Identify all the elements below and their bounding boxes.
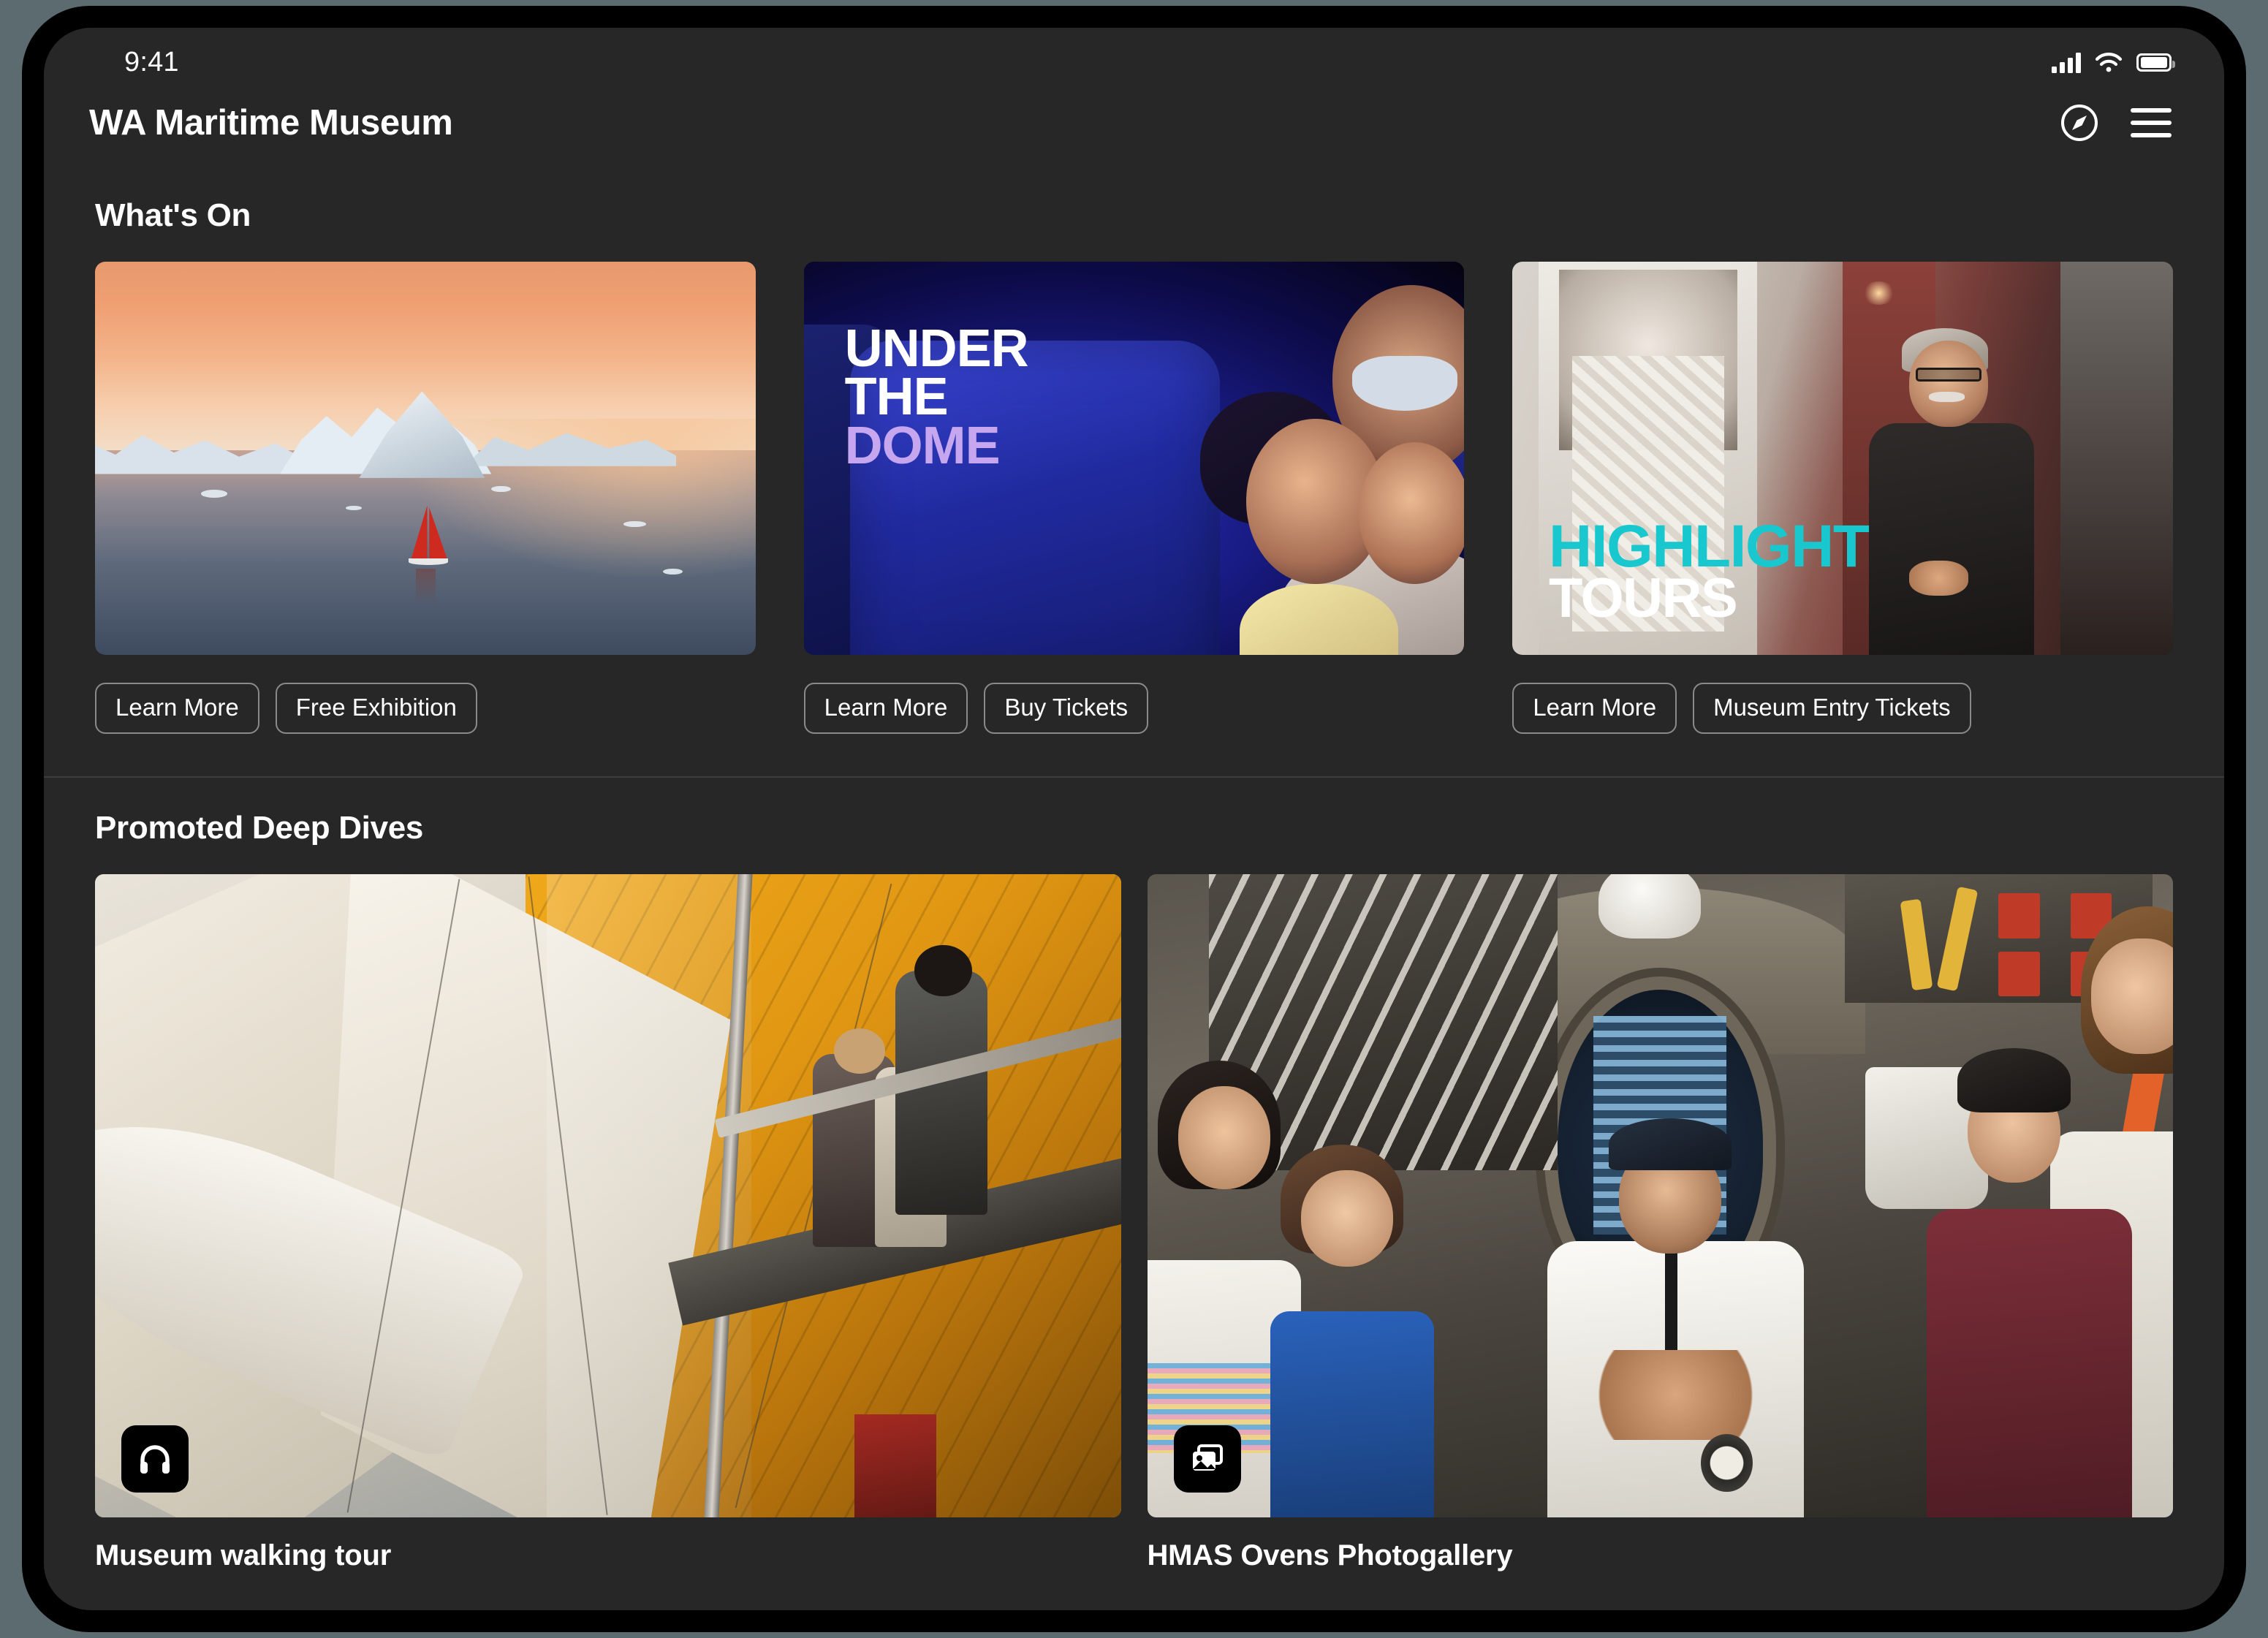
buy-tickets-button[interactable]: Buy Tickets (984, 683, 1149, 734)
tablet-device-frame: 9:41 WA Maritime Museum What's On Learn … (22, 6, 2246, 1632)
under-the-dome-artwork: UNDER THE DOME (803, 262, 1465, 655)
card-image-tours[interactable]: HIGHLIGHT TOURS (1512, 262, 2173, 655)
section-title-deep-dives: Promoted Deep Dives (95, 810, 424, 846)
status-bar: 9:41 (44, 28, 2224, 80)
tours-text-line2: TOURS (1549, 566, 1738, 629)
photo-gallery-icon[interactable] (1173, 1425, 1241, 1493)
dome-artwork-text: UNDER THE DOME (844, 319, 1029, 475)
status-time: 9:41 (124, 46, 179, 77)
section-title-whats-on: What's On (95, 197, 251, 233)
page-title: WA Maritime Museum (89, 103, 453, 143)
card-actions-polar: Learn More Free Exhibition (95, 683, 756, 734)
tours-text-line1: HIGHLIGHT (1549, 512, 1870, 580)
hamburger-menu-icon[interactable] (2131, 108, 2172, 137)
dome-text-line3: DOME (844, 416, 1001, 475)
wifi-icon (2095, 53, 2123, 72)
whats-on-card-polar[interactable]: Learn More Free Exhibition (95, 262, 756, 734)
learn-more-button-dome[interactable]: Learn More (803, 683, 968, 734)
tours-artwork-text: HIGHLIGHT TOURS (1549, 512, 1870, 629)
app-bar-actions (2059, 102, 2172, 143)
card-caption-walking-tour: Museum walking tour (95, 1539, 392, 1571)
card-caption-hmas-ovens: HMAS Ovens Photogallery (1147, 1539, 1513, 1571)
learn-more-button-polar[interactable]: Learn More (95, 683, 259, 734)
highlight-tours-artwork: HIGHLIGHT TOURS (1512, 262, 2173, 655)
card-image-dome[interactable]: UNDER THE DOME (803, 262, 1465, 655)
hmas-ovens-artwork (1147, 874, 2173, 1517)
free-exhibition-button[interactable]: Free Exhibition (275, 683, 477, 734)
headphones-icon[interactable] (121, 1425, 189, 1493)
cellular-signal-icon (2052, 51, 2081, 73)
dome-text-line2: THE (844, 368, 949, 427)
card-actions-tours: Learn More Museum Entry Tickets (1512, 683, 2173, 734)
whats-on-card-dome[interactable]: UNDER THE DOME Learn More Buy Tickets (803, 262, 1465, 734)
card-image-walking-tour[interactable] (95, 874, 1121, 1517)
iceberg-artwork (95, 262, 756, 655)
section-promoted-deep-dives: Promoted Deep Dives Museum walking tour … (44, 810, 2224, 1572)
card-actions-dome: Learn More Buy Tickets (803, 683, 1465, 734)
whats-on-card-tours[interactable]: HIGHLIGHT TOURS Learn More Museum Entry … (1512, 262, 2173, 734)
status-indicators (2052, 51, 2175, 73)
dome-text-line1: UNDER (844, 319, 1029, 379)
tablet-screen: 9:41 WA Maritime Museum What's On Learn … (44, 28, 2224, 1610)
battery-icon (2136, 53, 2175, 72)
walking-tour-artwork (95, 874, 1121, 1517)
card-image-hmas-ovens[interactable] (1147, 874, 2173, 1517)
app-bar: WA Maritime Museum (44, 80, 2224, 165)
whats-on-grid: Learn More Free Exhibition UNDER THE DOM… (89, 262, 2179, 734)
deep-dive-card-walking-tour[interactable]: Museum walking tour (95, 874, 1121, 1572)
compass-icon[interactable] (2059, 102, 2100, 143)
section-whats-on: What's On Learn More Free Exhibition UND… (44, 197, 2224, 776)
card-image-polar[interactable] (95, 262, 756, 655)
deep-dives-grid: Museum walking tour HMAS Ovens Photogall… (89, 874, 2179, 1572)
museum-entry-tickets-button[interactable]: Museum Entry Tickets (1693, 683, 1971, 734)
section-divider (44, 776, 2224, 778)
learn-more-button-tours[interactable]: Learn More (1512, 683, 1677, 734)
deep-dive-card-hmas-ovens[interactable]: HMAS Ovens Photogallery (1147, 874, 2173, 1572)
